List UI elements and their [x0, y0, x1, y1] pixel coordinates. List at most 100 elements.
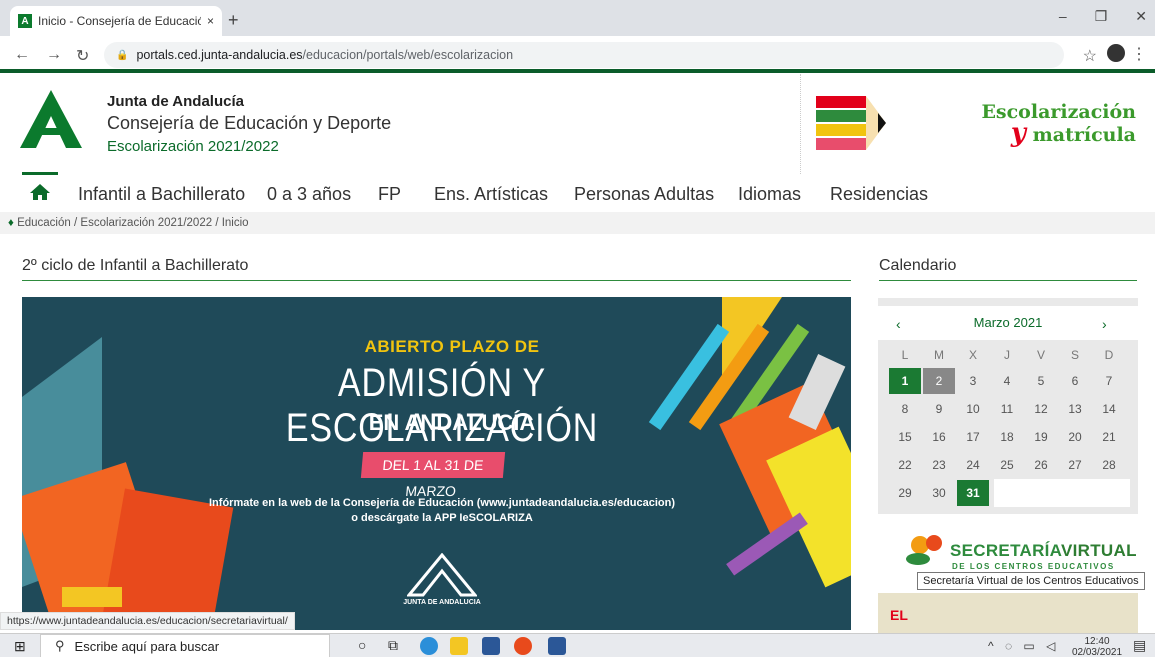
calendar-day-16[interactable]: 16: [923, 424, 955, 450]
nav-ens-artisticas[interactable]: Ens. Artísticas: [434, 184, 548, 205]
nav-personas-adultas[interactable]: Personas Adultas: [574, 184, 714, 205]
calendar-day-13[interactable]: 13: [1059, 396, 1091, 422]
calendar-day-6[interactable]: 6: [1059, 368, 1091, 394]
calendar-day-3[interactable]: 3: [957, 368, 989, 394]
banner-line2: matrícula: [1032, 124, 1136, 146]
weekday-j: J: [1004, 348, 1010, 362]
calendar-day-1[interactable]: 1: [889, 368, 921, 394]
calendar-day-20[interactable]: 20: [1059, 424, 1091, 450]
address-bar[interactable]: 🔒 portals.ced.junta-andalucia.es/educaci…: [104, 42, 1064, 68]
calendar-day-19[interactable]: 19: [1025, 424, 1057, 450]
hero-dates: DEL 1 AL 31 DE MARZO: [360, 452, 506, 499]
banner-line1: Escolarización: [981, 101, 1136, 123]
cortana-icon[interactable]: ○: [358, 637, 366, 653]
org-block: Junta de Andalucía Consejería de Educaci…: [107, 93, 391, 155]
site-subtitle: Escolarización 2021/2022: [107, 138, 279, 155]
calendar-day-25[interactable]: 25: [991, 452, 1023, 478]
minimize-icon[interactable]: –: [1059, 8, 1067, 25]
new-tab-button[interactable]: +: [228, 10, 239, 31]
hero-info: Infórmate en la web de la Consejería de …: [172, 496, 712, 526]
file-explorer-icon[interactable]: [450, 637, 468, 655]
calendar-day-5[interactable]: 5: [1025, 368, 1057, 394]
department-name: Consejería de Educación y Deporte: [107, 113, 392, 133]
browser-tab[interactable]: A Inicio - Consejería de Educación ×: [10, 6, 222, 36]
calendar-day-28[interactable]: 28: [1093, 452, 1125, 478]
calendar-next-button[interactable]: ›: [1102, 316, 1107, 332]
main-heading: 2º ciclo de Infantil a Bachillerato: [22, 257, 249, 274]
calendar-blank-cells: [994, 479, 1130, 507]
calendar-day-8[interactable]: 8: [889, 396, 921, 422]
edge-icon[interactable]: [420, 637, 438, 655]
crumb-educacion[interactable]: Educación: [17, 217, 71, 229]
chrome-icon[interactable]: [514, 637, 532, 655]
word-icon[interactable]: [548, 637, 566, 655]
hero-info2: o descárgate la APP IeSCOLARIZA: [351, 512, 533, 524]
sidebar-heading: Calendario: [879, 257, 957, 274]
calendar-day-4[interactable]: 4: [991, 368, 1023, 394]
account-icon[interactable]: [1107, 44, 1125, 62]
calendar-day-22[interactable]: 22: [889, 452, 921, 478]
home-nav-button[interactable]: [22, 172, 58, 208]
nav-residencias[interactable]: Residencias: [830, 184, 928, 205]
nav-0-3-anos[interactable]: 0 a 3 años: [267, 184, 351, 205]
org-name: Junta de Andalucía: [107, 93, 244, 110]
weekday-d: D: [1104, 348, 1114, 362]
crumb-sep: /: [74, 217, 78, 229]
calendar-day-10[interactable]: 10: [957, 396, 989, 422]
calendar-day-29[interactable]: 29: [889, 480, 921, 506]
forward-icon[interactable]: →: [46, 46, 62, 64]
calendar-day-12[interactable]: 12: [1025, 396, 1057, 422]
crumb-inicio: Inicio: [221, 217, 249, 229]
calendar-day-31[interactable]: 31: [957, 480, 989, 506]
calendar-day-9[interactable]: 9: [923, 396, 955, 422]
nav-infantil-bachillerato[interactable]: Infantil a Bachillerato: [78, 184, 245, 205]
reload-icon[interactable]: ↻: [76, 46, 89, 66]
calendar-day-11[interactable]: 11: [991, 396, 1023, 422]
menu-kebab-icon[interactable]: ⋮: [1131, 44, 1147, 64]
banner-title: Escolarización y matrícula: [946, 101, 1136, 147]
calendar-day-17[interactable]: 17: [957, 424, 989, 450]
calendar-day-18[interactable]: 18: [991, 424, 1023, 450]
el-banner[interactable]: EL: [878, 593, 1138, 633]
calendar-day-26[interactable]: 26: [1025, 452, 1057, 478]
junta-logo[interactable]: [20, 88, 82, 148]
clock[interactable]: 12:40 02/03/2021: [1066, 636, 1128, 657]
main-heading-rule: [22, 280, 851, 281]
calendar-day-30[interactable]: 30: [923, 480, 955, 506]
hero-info1: Infórmate en la web de la Consejería de …: [209, 497, 675, 509]
url-domain: portals.ced.junta-andalucia.es: [136, 48, 303, 62]
system-tray-icons[interactable]: ^ ◌ ▭ ◁: [988, 639, 1059, 653]
taskbar-search-placeholder: Escribe aquí para buscar: [74, 638, 220, 654]
calendar-day-21[interactable]: 21: [1093, 424, 1125, 450]
mail-icon[interactable]: [482, 637, 500, 655]
secretaria-title: SECRETARÍAVIRTUAL: [950, 541, 1137, 561]
close-window-icon[interactable]: ✕: [1135, 8, 1147, 25]
crumb-escolarizacion[interactable]: Escolarización 2021/2022: [80, 217, 212, 229]
hero-logo-text: JUNTA DE ANDALUCIA: [403, 599, 481, 606]
hero-banner[interactable]: ABIERTO PLAZO DE ADMISIÓN Y ESCOLARIZACI…: [22, 297, 851, 630]
calendar-day-23[interactable]: 23: [923, 452, 955, 478]
sidebar-heading-rule: [879, 280, 1137, 281]
maximize-icon[interactable]: ❐: [1095, 8, 1108, 25]
task-view-icon[interactable]: ⧉: [388, 637, 398, 654]
nav-fp[interactable]: FP: [378, 184, 401, 205]
calendar-day-14[interactable]: 14: [1093, 396, 1125, 422]
secretaria-title-a: SECRETARÍA: [950, 541, 1061, 560]
calendar-day-24[interactable]: 24: [957, 452, 989, 478]
close-tab-icon[interactable]: ×: [207, 14, 214, 28]
lock-icon: 🔒: [116, 49, 129, 61]
taskbar-search[interactable]: ⚲ Escribe aquí para buscar: [40, 634, 330, 657]
calendar-day-2[interactable]: 2: [923, 368, 955, 394]
windows-start-icon[interactable]: ⊞: [14, 638, 26, 655]
calendar-day-15[interactable]: 15: [889, 424, 921, 450]
back-icon[interactable]: ←: [14, 46, 30, 64]
browser-toolbar: ← → ↻ 🔒 portals.ced.junta-andalucia.es/e…: [0, 36, 1155, 73]
junta-emblem-icon: [407, 553, 477, 597]
calendar-day-27[interactable]: 27: [1059, 452, 1091, 478]
notifications-icon[interactable]: ▤: [1133, 637, 1146, 654]
nav-idiomas[interactable]: Idiomas: [738, 184, 801, 205]
calendar-prev-button[interactable]: ‹: [896, 316, 901, 332]
calendar-day-7[interactable]: 7: [1093, 368, 1125, 394]
bookmark-star-icon[interactable]: ☆: [1083, 46, 1097, 66]
calendar-month: Marzo 2021: [973, 315, 1043, 330]
